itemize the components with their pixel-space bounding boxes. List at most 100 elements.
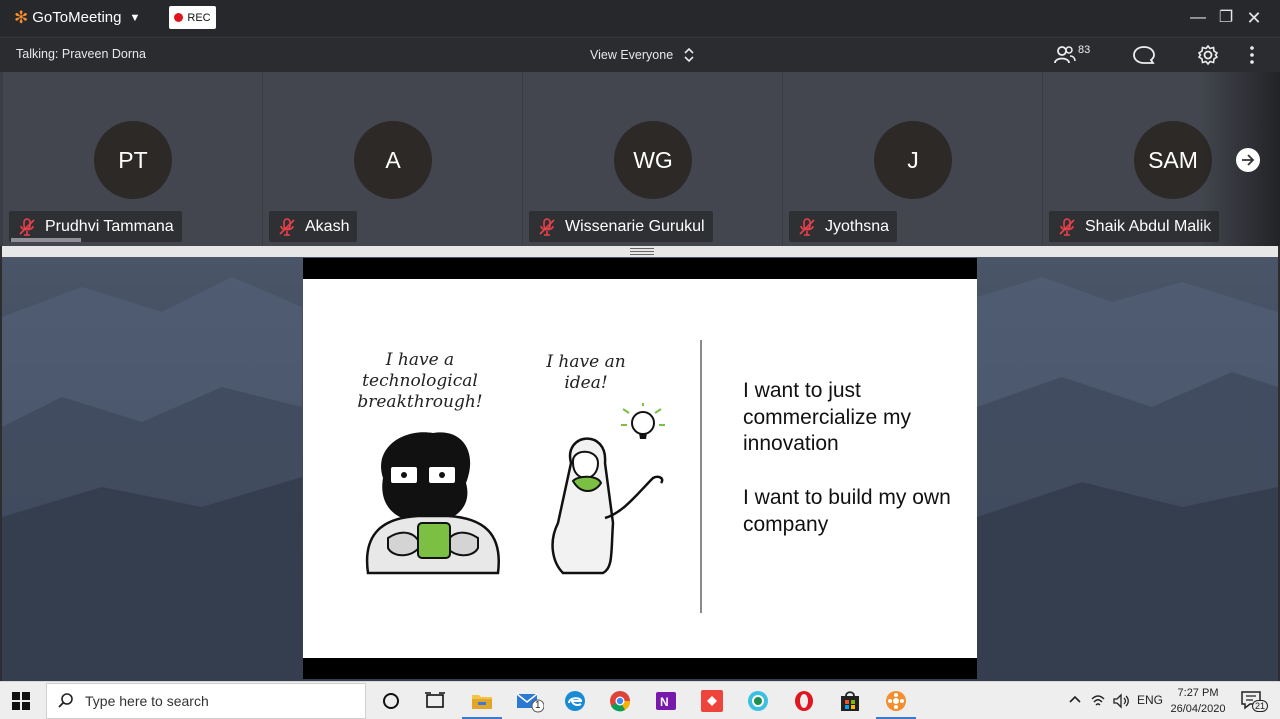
participant-nametag: Jyothsna: [789, 211, 898, 242]
participant-name: Jyothsna: [825, 217, 890, 235]
participant-tile[interactable]: PT Prudhvi Tammana: [3, 72, 262, 246]
task-view-icon: [425, 692, 445, 708]
anydesk-icon: [701, 690, 723, 712]
bearded-man-illustration: [365, 432, 500, 575]
view-selector[interactable]: View Everyone: [590, 46, 695, 64]
mic-muted-icon: [279, 217, 295, 236]
chat-bubble-icon: [1133, 46, 1155, 64]
gotomeeting-taskbar-button[interactable]: [884, 689, 908, 713]
slide-letterbox-bottom: [303, 658, 977, 679]
attendees-button[interactable]: 83: [1054, 44, 1090, 66]
avatar: WG: [614, 121, 692, 199]
cortana-button[interactable]: [379, 689, 403, 713]
show-hidden-icons-button[interactable]: [1068, 693, 1082, 710]
onenote-button[interactable]: N: [654, 689, 678, 713]
attendee-count: 83: [1078, 44, 1091, 56]
action-center-button[interactable]: 21: [1240, 690, 1269, 713]
audio-level-bar: [11, 238, 81, 242]
woman-with-idea-illustration: [551, 403, 665, 575]
mail-button[interactable]: 1: [516, 689, 545, 713]
restore-icon[interactable]: ❐: [1214, 6, 1238, 30]
participant-tile[interactable]: WG Wissenarie Gurukul: [523, 72, 782, 246]
language-indicator[interactable]: ENG: [1137, 693, 1163, 707]
people-icon: [1054, 46, 1076, 64]
folder-icon: [472, 695, 492, 709]
clock-date: 26/04/2020: [1170, 703, 1226, 715]
volume-button[interactable]: [1112, 693, 1130, 712]
rec-label: REC: [187, 11, 211, 24]
brand-name: GoToMeeting: [32, 9, 122, 26]
windows-logo-icon: [12, 692, 30, 710]
avatar: A: [354, 121, 432, 199]
slide-text-build-company: I want to build my own company: [743, 486, 951, 536]
title-bar: ✻ GoToMeeting ▼ REC — ❐ ✕: [0, 0, 1280, 36]
search-icon: [58, 693, 73, 708]
gotomeeting-icon: [886, 691, 906, 711]
arrow-right-icon: [1242, 154, 1255, 166]
participant-nametag: Wissenarie Gurukul: [529, 211, 713, 242]
slide-divider: [700, 340, 702, 613]
clock-time: 7:27 PM: [1177, 687, 1219, 699]
participant-name: Wissenarie Gurukul: [565, 217, 705, 235]
participant-strip: PT Prudhvi Tammana A Akash WG Wissenarie…: [0, 72, 1280, 246]
meeting-info-bar: Talking: Praveen Dorna View Everyone 83: [0, 37, 1280, 71]
participant-tile[interactable]: A Akash: [263, 72, 522, 246]
recording-badge[interactable]: REC: [169, 6, 216, 29]
avatar: J: [874, 121, 952, 199]
participant-name: Prudhvi Tammana: [45, 217, 174, 235]
gotomeeting-window: ✻ GoToMeeting ▼ REC — ❐ ✕ Talking: Prave…: [0, 0, 1280, 681]
slide-letterbox-top: [303, 258, 977, 279]
participant-nametag: Akash: [269, 211, 358, 242]
avatar: PT: [94, 121, 172, 199]
up-down-chevron-icon: [683, 46, 695, 64]
windows-taskbar: Type here to search 1 N ENG 7:27 PM 26/0…: [0, 681, 1280, 719]
minimize-icon[interactable]: —: [1186, 6, 1210, 30]
file-explorer-button[interactable]: [470, 689, 494, 713]
next-participants-button[interactable]: [1236, 148, 1260, 172]
start-button[interactable]: [12, 692, 30, 715]
panel-resize-handle[interactable]: [2, 246, 1278, 257]
view-label: View Everyone: [590, 48, 674, 62]
vertical-dots-icon: [1250, 46, 1254, 64]
anydesk-button[interactable]: [700, 689, 724, 713]
gotomeeting-logo-icon: ✻: [14, 8, 29, 27]
search-placeholder: Type here to search: [85, 693, 209, 709]
taskbar-search-box[interactable]: Type here to search: [46, 683, 366, 719]
network-button[interactable]: [1090, 693, 1106, 712]
task-view-button[interactable]: [423, 689, 447, 713]
speaker-icon: [1113, 693, 1129, 709]
gear-icon: [1197, 44, 1219, 66]
chrome-browser-button[interactable]: [608, 689, 632, 713]
close-icon[interactable]: ✕: [1242, 6, 1266, 30]
participant-name: Akash: [305, 217, 350, 235]
store-bag-icon: [841, 691, 859, 711]
cortana-circle-icon: [383, 693, 399, 709]
onenote-icon: N: [656, 692, 676, 710]
wifi-icon: [1091, 695, 1105, 706]
store-button[interactable]: [838, 689, 862, 713]
participant-tile[interactable]: J Jyothsna: [783, 72, 1042, 246]
notification-count: 21: [1252, 700, 1269, 712]
chevron-down-icon: ▼: [129, 12, 141, 24]
record-dot-icon: [174, 13, 184, 22]
chat-button[interactable]: [1132, 44, 1156, 71]
app-circle-icon: [748, 691, 768, 711]
cartoon2-caption: I have an idea!: [546, 352, 626, 393]
more-options-button[interactable]: [1247, 44, 1257, 71]
mic-muted-icon: [19, 217, 35, 236]
settings-button[interactable]: [1197, 44, 1219, 71]
taskbar-clock[interactable]: 7:27 PM 26/04/2020: [1163, 685, 1233, 717]
opera-browser-button[interactable]: [792, 689, 816, 713]
mic-muted-icon: [799, 217, 815, 236]
presentation-slide: I have a technological breakthrough! I h…: [303, 258, 977, 679]
app-circle-button[interactable]: [746, 689, 770, 713]
chrome-icon: [610, 691, 631, 712]
cartoon1-caption: I have a technological breakthrough!: [357, 350, 483, 412]
edge-browser-button[interactable]: [563, 689, 587, 713]
opera-icon: [795, 691, 813, 711]
talking-indicator: Talking: Praveen Dorna: [16, 47, 146, 61]
chevron-up-icon: [1069, 695, 1081, 703]
brand-menu[interactable]: ✻ GoToMeeting ▼: [14, 8, 140, 28]
participant-nametag: Shaik Abdul Malik: [1049, 211, 1220, 242]
mic-muted-icon: [1059, 217, 1075, 236]
